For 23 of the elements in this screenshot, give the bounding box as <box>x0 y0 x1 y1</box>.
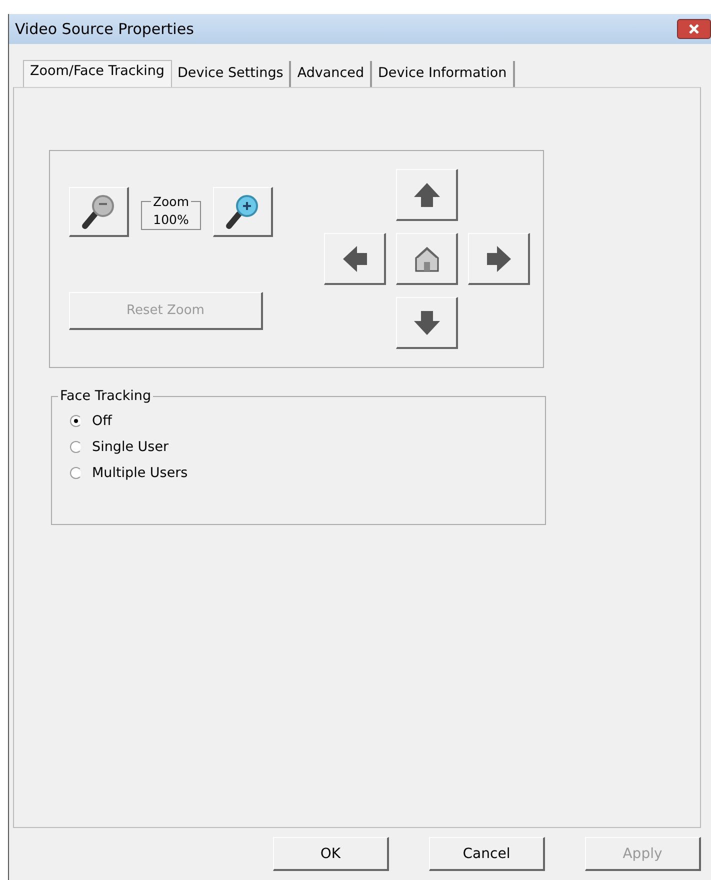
dialog-button[interactable]: OK <box>273 837 389 871</box>
option-label[interactable]: Off <box>92 413 112 429</box>
pan-up-button[interactable] <box>396 169 458 221</box>
tab[interactable]: Device Settings <box>172 61 292 87</box>
group-title: Face Tracking <box>59 388 152 404</box>
zoom-label: Zoom <box>152 194 190 209</box>
radio-button[interactable] <box>70 467 82 479</box>
pan-left-button[interactable] <box>324 233 386 285</box>
radio-button[interactable] <box>70 415 82 427</box>
home-button[interactable] <box>396 233 458 285</box>
window-title: Video Source Properties <box>15 20 194 38</box>
tab[interactable]: Zoom/Face Tracking <box>23 60 172 87</box>
close-button[interactable] <box>677 19 711 39</box>
zoom-in-button[interactable] <box>213 187 273 237</box>
pan-down-button[interactable] <box>396 297 458 349</box>
option-label[interactable]: Multiple Users <box>92 465 188 481</box>
zoom-out-button[interactable] <box>69 187 129 237</box>
zoom-value: 100% <box>153 212 189 226</box>
dialog-button[interactable]: Cancel <box>429 837 545 871</box>
close-icon <box>686 23 702 35</box>
pan-right-button[interactable] <box>468 233 530 285</box>
option-label[interactable]: Single User <box>92 439 169 455</box>
radio-button[interactable] <box>70 441 82 453</box>
